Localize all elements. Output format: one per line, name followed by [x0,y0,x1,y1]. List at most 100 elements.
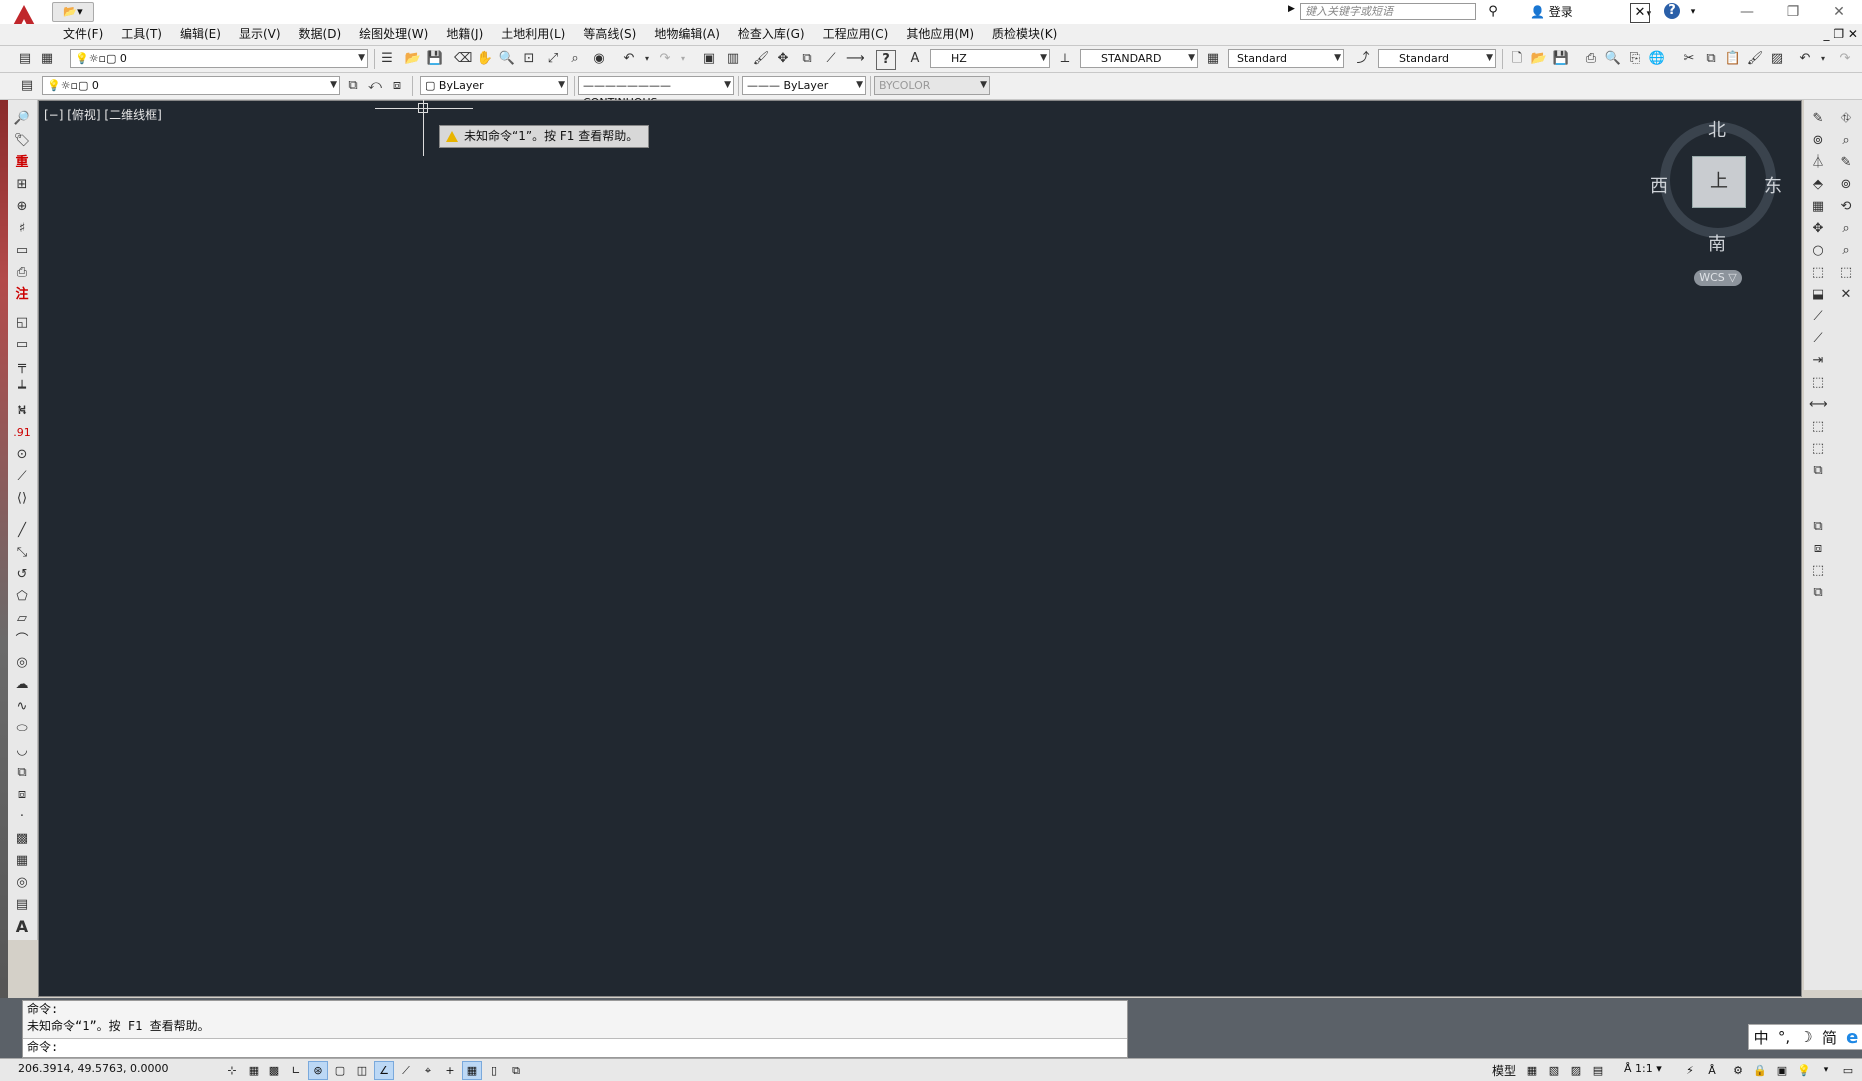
multiline-text-icon[interactable]: A [13,918,31,936]
zoom-realtime-icon[interactable]: 🔍 [498,50,516,68]
help-query-icon[interactable]: ? [876,50,896,70]
compass-west[interactable]: 西 [1650,172,1668,198]
multileader-style-dropdown[interactable]: Standard ▼ [1378,49,1496,68]
help-icon[interactable]: ? [1664,3,1680,19]
inquiry-tool-icon[interactable]: ⟲ [1837,198,1855,216]
open-icon[interactable]: 📂 [404,50,422,68]
viewcube-top-face[interactable]: 上 [1692,156,1746,208]
dim-style-icon[interactable]: ⟂ [1056,50,1074,68]
layer-dropdown[interactable]: 💡☼▫▢ 0 ▼ [70,49,368,68]
inquiry-tool-icon[interactable]: ⛗ [1837,110,1855,128]
gradient-icon[interactable]: ▦ [13,852,31,870]
cut-icon[interactable]: ✂ [1680,50,1698,68]
auto-scale-icon[interactable]: Å [1702,1061,1722,1080]
lineweight-toggle-icon[interactable]: + [440,1061,460,1080]
new-file-icon[interactable]: 🗋 [1508,50,1526,68]
redo2-icon[interactable]: ↷ [1836,50,1854,68]
layer-manager2-icon[interactable]: ▤ [18,77,36,95]
compass-east[interactable]: 东 [1764,172,1782,198]
pan-hand-icon[interactable]: ✋ [476,50,494,68]
line-icon[interactable]: ╱ [13,522,31,540]
ie-icon[interactable]: e [1846,1027,1858,1048]
zoom-previous-icon[interactable]: ⌕ [566,50,584,68]
modify-tool-icon[interactable]: ⬘ [1809,176,1827,194]
model-tab[interactable]: 模型 [1492,1062,1516,1079]
rectangle-select-icon[interactable]: ◱ [13,314,31,332]
menu-item[interactable]: 地物编辑(A) [645,24,729,45]
region-icon[interactable]: ◎ [13,874,31,892]
quick-view-drawings-icon[interactable]: ▨ [1566,1061,1586,1080]
lineweight-dropdown[interactable]: ——— ByLayer ▼ [742,76,866,95]
save-file-icon[interactable]: 💾 [1552,50,1570,68]
table-style-dropdown[interactable]: Standard ▼ [1228,49,1344,68]
spline-icon[interactable]: ∿ [13,698,31,716]
dim-style-dropdown[interactable]: STANDARD ▼ [1080,49,1198,68]
inquiry-tool-icon[interactable]: ✕ [1837,286,1855,304]
modify-tool-icon[interactable]: ✥ [1809,220,1827,238]
modify-tool-icon[interactable]: ⬚ [1809,440,1827,458]
bracket-icon[interactable]: ⟨⟩ [13,490,31,508]
ime-lang-toggle[interactable]: 中 [1754,1027,1769,1048]
draw-order-icon[interactable]: ⧉ [1809,584,1827,602]
text-style-dropdown[interactable]: HZ ▼ [930,49,1050,68]
restore-button[interactable]: ❐ [1770,0,1816,24]
draw-order-icon[interactable]: ⧉ [1809,518,1827,536]
properties-icon[interactable]: ☰ [378,50,396,68]
annotation-box-icon[interactable]: ▭ [13,242,31,260]
layer-manager-icon[interactable]: ▤ [16,50,34,68]
point-circle-icon[interactable]: ⊙ [13,446,31,464]
snap-mode-icon[interactable]: ▦ [244,1061,264,1080]
extend-icon[interactable]: ⟶ [846,50,865,68]
save-icon[interactable]: 💾 [426,50,444,68]
menu-item[interactable]: 检查入库(G) [729,24,814,45]
layer-state-icon[interactable]: ▦ [38,50,56,68]
menu-item[interactable]: 数据(D) [290,24,351,45]
make-current-icon[interactable]: ⧉ [344,77,362,95]
plot-icon[interactable]: ⎙ [1582,50,1600,68]
ruler-icon[interactable]: ┷ [13,380,31,398]
search-expand-icon[interactable]: ▶ [1288,4,1298,20]
modify-tool-icon[interactable]: ⬚ [1809,374,1827,392]
paste-icon[interactable]: 📋 [1724,50,1742,68]
annotation-visibility-icon[interactable]: ⚡ [1680,1061,1700,1080]
arc-icon[interactable]: ⌒ [13,632,31,650]
web-publish-icon[interactable]: 🌐 [1648,50,1666,68]
polygon-icon[interactable]: ⬠ [13,588,31,606]
linetype-dropdown[interactable]: ———————— CONTINUOUS ▼ [578,76,734,109]
line-segment-icon[interactable]: ⟋ [13,468,31,486]
help-dropdown-icon[interactable]: ▾ [1684,3,1702,21]
layer2-dropdown[interactable]: 💡☼▫▢ 0 ▼ [42,76,340,95]
trim-icon[interactable]: ⟋ [822,50,840,68]
ime-simplified-toggle[interactable]: 简 [1822,1027,1837,1048]
3d-object-snap-icon[interactable]: ◫ [352,1061,372,1080]
layout-icon[interactable]: ▤ [1588,1061,1608,1080]
draw-order-icon[interactable]: ⬚ [1809,562,1827,580]
quick-view-layouts-icon[interactable]: ▧ [1544,1061,1564,1080]
transparency-icon[interactable]: ▦ [462,1061,482,1080]
ime-punct-toggle[interactable]: °, [1778,1028,1790,1046]
modify-tool-icon[interactable]: ⟋ [1809,308,1827,326]
modify-tool-icon[interactable]: ⬓ [1809,286,1827,304]
zoom-extents-icon[interactable]: ⤢ [544,50,562,68]
minimize-button[interactable]: — [1724,0,1770,24]
menu-item[interactable]: 等高线(S) [574,24,645,45]
road-icon[interactable]: ⛕ [13,402,31,420]
hardware-accel-icon[interactable]: ▣ [1772,1061,1792,1080]
modify-tool-icon[interactable]: ⟷ [1809,396,1828,414]
viewport-controls-label[interactable]: [−] [俯视] [二维线框] [44,106,162,123]
block-editor-icon[interactable]: ▨ [1768,50,1786,68]
hash-icon[interactable]: ♯ [13,220,31,238]
zoom-window-icon[interactable]: ⊡ [520,50,538,68]
copy-object-icon[interactable]: ⧉ [798,50,816,68]
menu-item[interactable]: 工程应用(C) [814,24,898,45]
menu-item[interactable]: 绘图处理(W) [350,24,437,45]
grid-tool-icon[interactable]: ⊞ [13,176,31,194]
plotstyle-dropdown[interactable]: BYCOLOR ▼ [874,76,990,95]
infer-constraints-icon[interactable]: ⊹ [222,1061,242,1080]
table-icon[interactable]: ▤ [13,896,31,914]
clean-screen-icon[interactable]: ▭ [1838,1061,1858,1080]
close-button[interactable]: ✕ [1816,0,1862,24]
dynamic-input-icon[interactable]: ⌖ [418,1061,438,1080]
menu-item[interactable]: 其他应用(M) [897,24,983,45]
command-input[interactable]: 命令: [23,1038,1127,1057]
